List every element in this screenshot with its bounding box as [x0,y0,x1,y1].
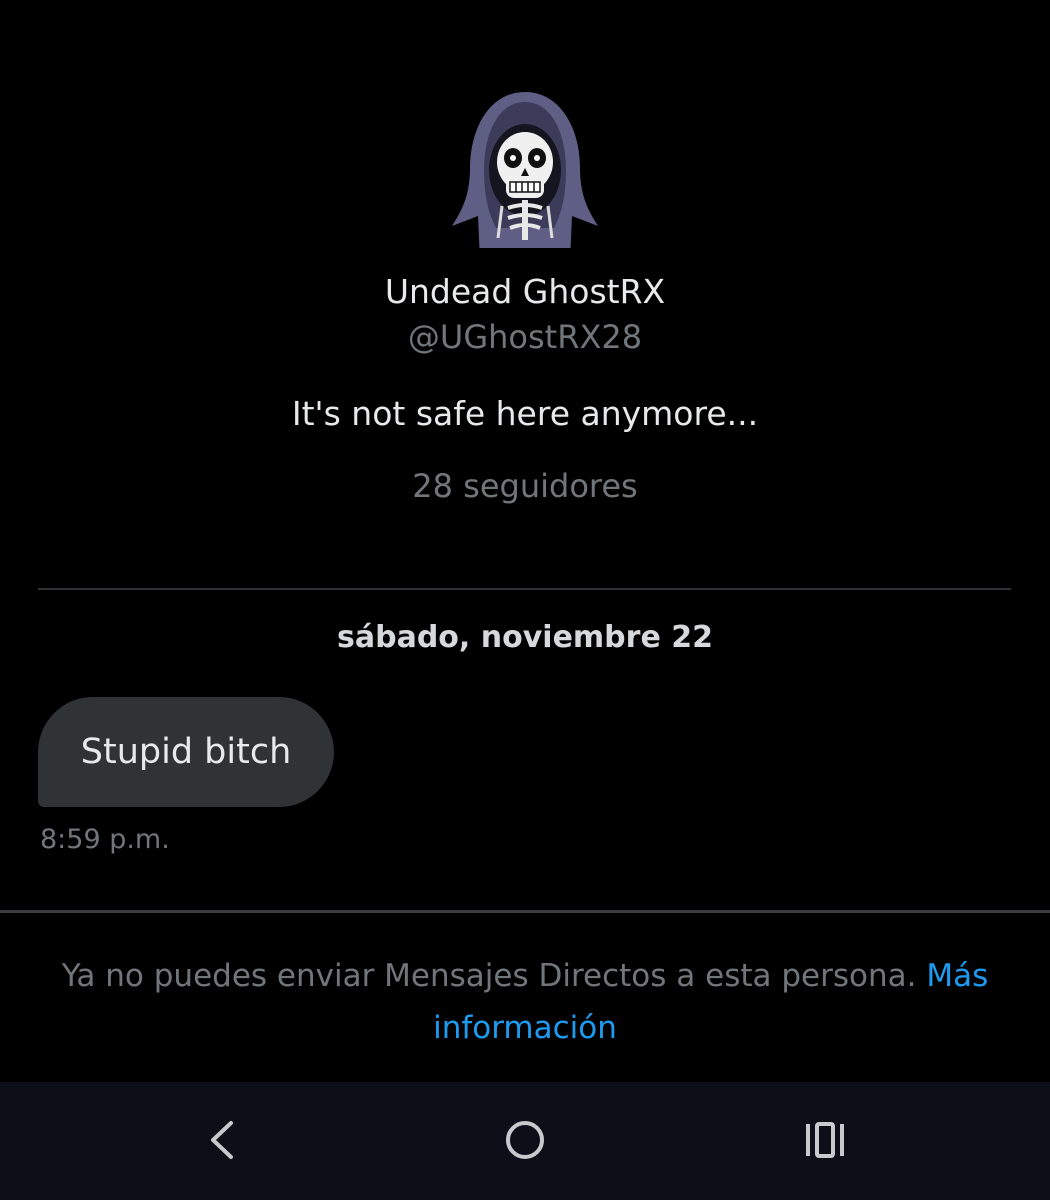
profile-handle[interactable]: @UGhostRX28 [0,318,1050,356]
recent-apps-button[interactable] [785,1100,865,1180]
message-timestamp: 8:59 p.m. [40,824,170,855]
system-navigation-bar [0,1082,1050,1200]
profile-display-name[interactable]: Undead GhostRX [0,272,1050,311]
date-separator: sábado, noviembre 22 [337,620,713,655]
dm-disabled-text: Ya no puedes enviar Mensajes Directos a … [61,958,927,994]
message-bubble[interactable]: Stupid bitch [38,697,334,807]
back-button[interactable] [183,1100,263,1180]
message-text: Stupid bitch [80,732,292,772]
dm-conversation-screen: Undead GhostRX @UGhostRX28 It's not safe… [0,0,1050,1200]
home-button[interactable] [485,1100,565,1180]
chevron-left-icon [211,1121,233,1159]
profile-followers-count[interactable]: 28 seguidores [0,467,1050,505]
dm-disabled-notice: Ya no puedes enviar Mensajes Directos a … [40,950,1010,1054]
hooded-skull-icon [450,92,600,260]
profile-divider [38,588,1011,590]
profile-header: Undead GhostRX @UGhostRX28 It's not safe… [0,0,1050,560]
profile-bio: It's not safe here anymore... [291,394,759,433]
avatar[interactable] [450,88,600,260]
recent-apps-icon [806,1122,844,1158]
composer-divider [0,910,1050,913]
circle-home-icon [506,1121,544,1159]
